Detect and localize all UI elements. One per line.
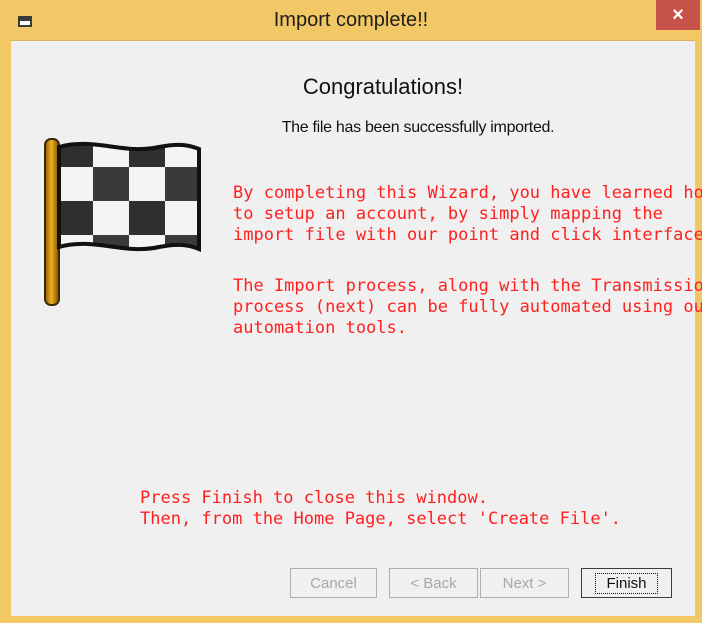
finish-button[interactable]: Finish (581, 568, 672, 598)
wizard-window: Import complete!! × Congratulations! The… (0, 0, 702, 623)
checkered-flag-icon (44, 138, 201, 306)
finish-button-label: Finish (595, 572, 658, 594)
wizard-body: Congratulations! The file has been succe… (11, 40, 702, 616)
congratulations-heading: Congratulations! (302, 74, 464, 99)
back-button[interactable]: < Back (389, 568, 478, 598)
automation-info-text: The Import process, along with the Trans… (233, 276, 702, 338)
finish-instructions-text: Press Finish to close this window. Then,… (140, 488, 622, 529)
next-button[interactable]: Next > (480, 568, 569, 598)
close-icon: × (672, 3, 684, 26)
title-bar[interactable]: Import complete!! × (0, 0, 702, 40)
wizard-summary-text: By completing this Wizard, you have lear… (233, 183, 702, 245)
cancel-button[interactable]: Cancel (290, 568, 377, 598)
close-button[interactable]: × (656, 0, 700, 30)
window-title: Import complete!! (273, 9, 429, 31)
